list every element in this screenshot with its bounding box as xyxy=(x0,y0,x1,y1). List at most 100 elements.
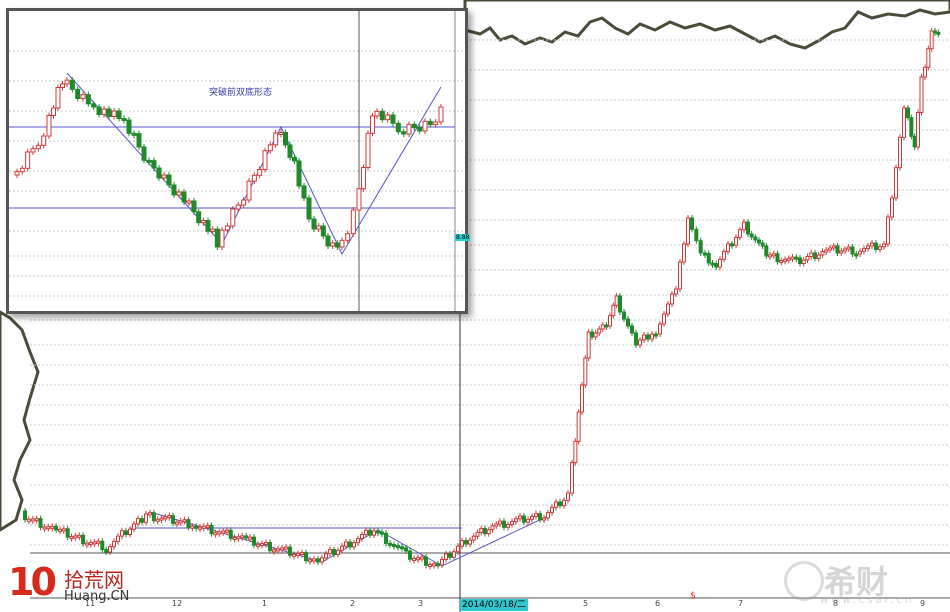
candle xyxy=(626,318,630,327)
candle xyxy=(388,542,392,546)
candle xyxy=(368,529,372,536)
candle xyxy=(292,553,296,557)
candle xyxy=(19,167,25,173)
candle xyxy=(682,243,686,263)
candle xyxy=(424,556,428,566)
candle xyxy=(345,233,351,241)
candle xyxy=(210,228,216,232)
candle xyxy=(878,246,882,250)
candle xyxy=(432,563,436,567)
candle xyxy=(674,288,678,295)
candle xyxy=(364,529,368,535)
candle xyxy=(332,549,336,555)
candle xyxy=(642,334,646,341)
candle xyxy=(726,243,730,253)
watermark-url: www.csai.cn xyxy=(820,595,915,606)
candle xyxy=(325,235,331,247)
candle xyxy=(300,552,304,556)
candle xyxy=(248,536,252,540)
candle xyxy=(416,557,420,561)
candle xyxy=(176,191,182,196)
candle xyxy=(224,529,229,533)
candle xyxy=(933,30,937,34)
candle xyxy=(316,558,320,563)
x-tick-label: 6 xyxy=(655,599,661,608)
candle xyxy=(828,247,832,251)
crosshair-date-tag: 2014/03/18/二 xyxy=(460,599,528,611)
candle xyxy=(280,547,284,551)
candle xyxy=(706,253,711,264)
candle xyxy=(630,325,634,334)
candle xyxy=(106,108,112,117)
candle xyxy=(566,492,570,501)
candle xyxy=(538,513,542,521)
candle xyxy=(312,558,316,562)
candle xyxy=(50,525,55,529)
candle xyxy=(468,539,472,545)
chart-stage: 突破前双底形态 8.88 11 12 1 2 3 5 6 7 8 9 2014/03/18/二 $… xyxy=(0,0,950,612)
candle xyxy=(181,191,187,203)
candle xyxy=(348,541,352,548)
candle xyxy=(171,184,177,196)
candle xyxy=(718,258,722,268)
candle xyxy=(854,253,859,257)
candle xyxy=(882,243,886,248)
candle xyxy=(483,528,487,535)
candle xyxy=(746,221,750,235)
candle xyxy=(400,546,404,550)
site-logo: 10 拾荒网 Huang.CN xyxy=(8,560,133,610)
candle xyxy=(798,257,802,264)
candle xyxy=(262,150,268,171)
double-bottom-pattern xyxy=(149,511,549,567)
candle xyxy=(858,250,862,255)
candle xyxy=(108,546,112,553)
candle xyxy=(112,540,116,548)
candle xyxy=(84,542,89,546)
candle xyxy=(406,123,412,135)
candle xyxy=(344,541,348,547)
candle xyxy=(703,252,707,256)
candle xyxy=(590,331,594,338)
candle xyxy=(55,87,61,109)
candle xyxy=(801,259,806,264)
candle xyxy=(422,120,428,132)
candle xyxy=(46,526,51,530)
candle xyxy=(809,252,814,257)
candle xyxy=(570,462,574,494)
candle xyxy=(912,135,917,148)
candle xyxy=(163,516,168,520)
x-tick-label: 3 xyxy=(418,599,424,608)
candle xyxy=(121,118,127,121)
x-tick-label: 12 xyxy=(172,599,183,608)
candle xyxy=(213,532,218,536)
candle xyxy=(159,517,164,521)
candle xyxy=(638,339,642,346)
candle xyxy=(324,553,328,559)
candle xyxy=(276,548,280,552)
candle xyxy=(201,525,206,529)
candle xyxy=(365,132,371,168)
candle xyxy=(408,550,412,560)
candle xyxy=(479,528,484,533)
inset-price-tag: 8.88 xyxy=(455,234,471,241)
candle xyxy=(23,510,27,521)
candle xyxy=(230,208,236,227)
candle xyxy=(311,218,317,230)
candle xyxy=(518,515,522,520)
candle xyxy=(320,557,324,563)
candle xyxy=(573,440,578,464)
candle xyxy=(268,542,272,552)
candle xyxy=(296,160,302,187)
watermark: 希财 www.csai.cn xyxy=(780,555,950,610)
candle xyxy=(42,526,47,530)
candle xyxy=(244,535,249,539)
candle xyxy=(444,553,448,560)
candle xyxy=(328,549,332,555)
candle xyxy=(936,31,941,35)
candle xyxy=(75,88,81,100)
candle xyxy=(486,529,491,535)
candle xyxy=(805,256,810,261)
candle xyxy=(886,216,890,245)
candle xyxy=(550,506,554,514)
candle xyxy=(91,103,97,108)
